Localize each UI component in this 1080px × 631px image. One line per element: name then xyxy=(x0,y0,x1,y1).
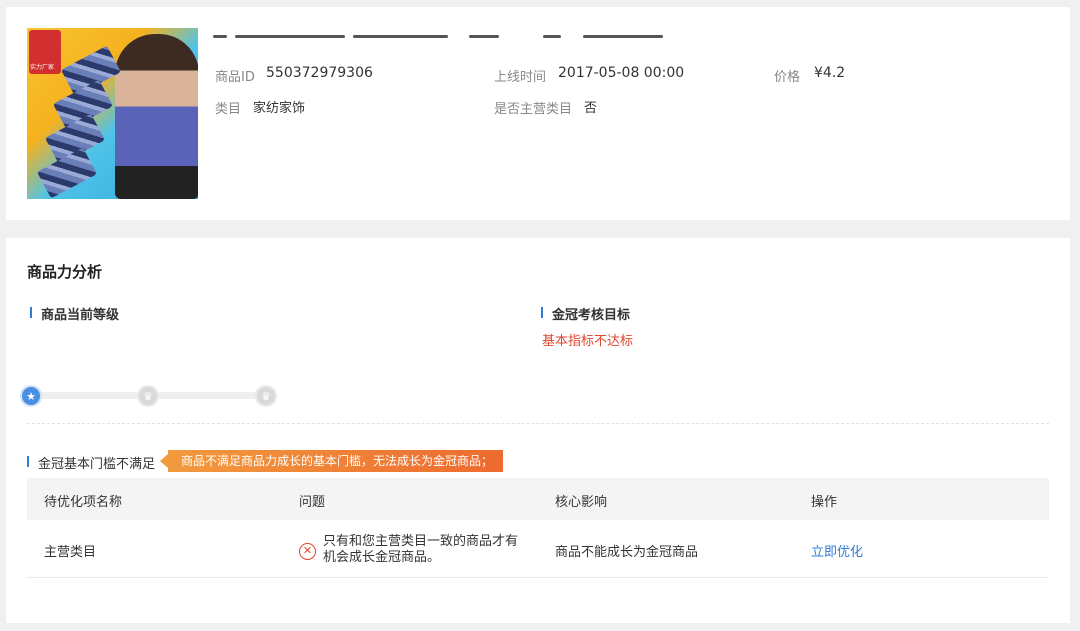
main-category-value: 否 xyxy=(584,101,598,116)
table-row: 主营类目 ✕ 只有和您主营类目一致的商品才有机会成长金冠商品。 商品不能成长为金… xyxy=(27,520,1049,578)
optimization-table: 待优化项名称 问题 核心影响 操作 主营类目 ✕ 只有和您主营类目一致的商品才有… xyxy=(27,478,1049,578)
product-image[interactable]: 实力厂家 xyxy=(27,28,198,199)
optimize-now-link[interactable]: 立即优化 xyxy=(811,541,863,560)
product-title-obscured xyxy=(213,29,673,45)
column-header-action: 操作 xyxy=(811,495,838,510)
model-figure xyxy=(115,34,198,199)
row-impact: 商品不能成长为金冠商品 xyxy=(555,545,699,560)
error-circle-icon: ✕ xyxy=(299,543,316,560)
price-value: ¥4.2 xyxy=(814,65,846,81)
product-id-label: 商品ID xyxy=(215,70,255,85)
category-value: 家纺家饰 xyxy=(253,101,306,116)
badge-label: 实力厂家 xyxy=(30,64,55,71)
target-heading: 金冠考核目标 xyxy=(541,304,630,323)
threshold-heading: 金冠基本门槛不满足 xyxy=(27,453,155,472)
target-warning: 基本指标不达标 xyxy=(542,334,634,349)
row-problem: 只有和您主营类目一致的商品才有机会成长金冠商品。 xyxy=(323,534,519,565)
product-id-value: 550372979306 xyxy=(266,65,373,81)
category-label: 类目 xyxy=(215,102,242,117)
current-level-heading: 商品当前等级 xyxy=(30,304,119,323)
row-name: 主营类目 xyxy=(44,545,97,560)
towel-graphic xyxy=(37,147,97,199)
launch-time-value: 2017-05-08 00:00 xyxy=(558,65,685,81)
product-card: 实力厂家 商品ID 550372979306 上线时间 2017-05-08 0… xyxy=(6,7,1070,220)
table-header: 待优化项名称 问题 核心影响 操作 xyxy=(27,478,1049,520)
price-label: 价格 xyxy=(774,70,801,85)
section-title: 商品力分析 xyxy=(27,263,103,281)
crown-icon: ♛ xyxy=(137,385,159,407)
divider xyxy=(27,423,1049,424)
column-header-problem: 问题 xyxy=(299,495,326,510)
gold-crown-icon: ♛ xyxy=(255,385,277,407)
analysis-card: 商品力分析 商品当前等级 金冠考核目标 基本指标不达标 ★ ♛ ♛ 金冠基本门槛… xyxy=(6,238,1070,623)
launch-time-label: 上线时间 xyxy=(494,70,547,85)
main-category-label: 是否主营类目 xyxy=(494,102,573,117)
star-icon: ★ xyxy=(20,385,42,407)
threshold-tag: 商品不满足商品力成长的基本门槛，无法成长为金冠商品； xyxy=(159,450,504,472)
column-header-impact: 核心影响 xyxy=(555,495,608,510)
column-header-name: 待优化项名称 xyxy=(44,495,123,510)
